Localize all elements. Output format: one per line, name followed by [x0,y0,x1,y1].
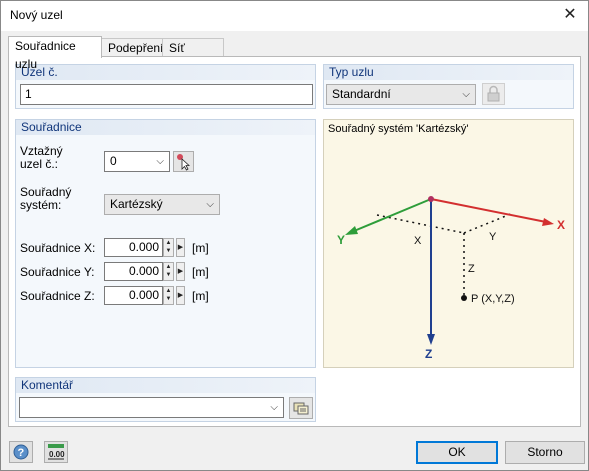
chevron-down-icon: ⌵ [206,199,214,210]
tab-node-coordinates[interactable]: Souřadnice uzlu [8,36,102,71]
comment-input[interactable]: ⌵ [19,397,284,418]
ref-node-select[interactable]: 0 ⌵ [104,151,170,172]
ref-node-label-line2: uzel č.: [20,157,59,171]
dim-line-x [376,214,465,234]
node-number-header: Uzel č. [16,65,315,80]
coord-z-input[interactable]: 0.000 [104,286,163,305]
tab-supports[interactable]: Podepření [101,38,163,57]
coord-y-label: Souřadnice Y: [20,265,95,279]
coord-system-value: Kartézský [110,197,163,211]
y-axis-arrow [345,226,358,235]
chevron-down-icon: ⌵ [156,156,164,167]
spin-down-icon: ▼ [165,248,172,254]
cancel-button[interactable]: Storno [505,441,585,464]
chevron-down-icon: ⌵ [462,89,470,100]
point-p-label: P (X,Y,Z) [471,293,515,305]
pick-node-button[interactable] [173,151,194,172]
close-button[interactable]: ✕ [552,1,588,30]
y-axis-label: Y [337,233,345,247]
window-title: Nový uzel [10,8,63,22]
coord-z-label: Souřadnice Z: [20,289,95,303]
dim-y-label: Y [489,231,497,243]
lock-icon [487,85,500,102]
node-type-select[interactable]: Standardní ⌵ [326,84,476,105]
point-p-marker [461,295,467,301]
ref-node-label-line1: Vztažný [20,144,63,158]
origin-point [428,196,434,202]
z-axis-label: Z [425,347,432,361]
x-axis-arrow [542,218,554,226]
chevron-down-icon: ⌵ [270,402,278,413]
spin-up-icon: ▲ [165,288,172,294]
triangle-right-icon: ▶ [177,244,184,251]
spin-up-icon: ▲ [165,264,172,270]
coordinate-system-diagram: Souřadný systém 'Kartézský' X Y Z X Y Z … [323,119,574,368]
coordinates-header: Souřadnice [16,120,315,135]
coord-y-spinner[interactable]: ▲ ▼ [163,262,174,281]
coord-system-select[interactable]: Kartézský ⌵ [104,194,220,215]
spin-down-icon: ▼ [165,272,172,278]
coord-x-spinner[interactable]: ▲ ▼ [163,238,174,257]
x-axis-label: X [557,218,565,232]
help-icon: ? [13,444,29,460]
coord-z-menu-button[interactable]: ▶ [176,286,185,305]
coord-system-label-line1: Souřadný [20,185,72,199]
y-axis-line [353,198,432,232]
coord-x-input[interactable]: 0.000 [104,238,163,257]
comment-header: Komentář [16,378,315,393]
dim-x-label: X [414,235,422,247]
coord-x-label: Souřadnice X: [20,241,96,255]
ok-button[interactable]: OK [416,441,498,464]
x-axis-line [430,198,547,223]
svg-text:?: ? [18,447,25,459]
title-bar: Nový uzel ✕ [1,1,588,31]
coord-system-label-line2: systém: [20,198,62,212]
coord-z-unit: [m] [192,289,209,303]
units-icon: 0.00 [48,444,65,460]
comment-library-button[interactable] [289,397,313,419]
coord-x-unit: [m] [192,241,209,255]
tab-mesh[interactable]: Síť prvků [162,38,224,73]
spin-up-icon: ▲ [165,240,172,246]
coordinate-system-graphic: X Y Z X Y Z P (X,Y,Z) [337,196,565,361]
close-icon: ✕ [563,6,577,23]
coord-y-unit: [m] [192,265,209,279]
help-button[interactable]: ? [9,441,33,463]
node-number-input[interactable]: 1 [20,84,313,105]
units-icon-text: 0.00 [49,450,65,459]
pick-node-icon [177,154,191,171]
node-type-value: Standardní [332,87,391,101]
ref-node-value: 0 [110,154,117,168]
coord-y-menu-button[interactable]: ▶ [176,262,185,281]
triangle-right-icon: ▶ [177,268,184,275]
units-button[interactable]: 0.00 [44,441,68,463]
triangle-right-icon: ▶ [177,292,184,299]
dialog-window: Nový uzel ✕ Souřadnice uzlu Podepření Sí… [0,0,589,471]
z-axis-arrow [427,334,435,345]
coord-y-input[interactable]: 0.000 [104,262,163,281]
coord-x-menu-button[interactable]: ▶ [176,238,185,257]
coord-z-spinner[interactable]: ▲ ▼ [163,286,174,305]
node-type-header: Typ uzlu [324,65,573,80]
spin-down-icon: ▼ [165,296,172,302]
dim-line-y [463,212,514,234]
dim-z-label: Z [468,263,475,275]
lock-button[interactable] [482,83,505,105]
comment-library-icon [293,402,309,415]
